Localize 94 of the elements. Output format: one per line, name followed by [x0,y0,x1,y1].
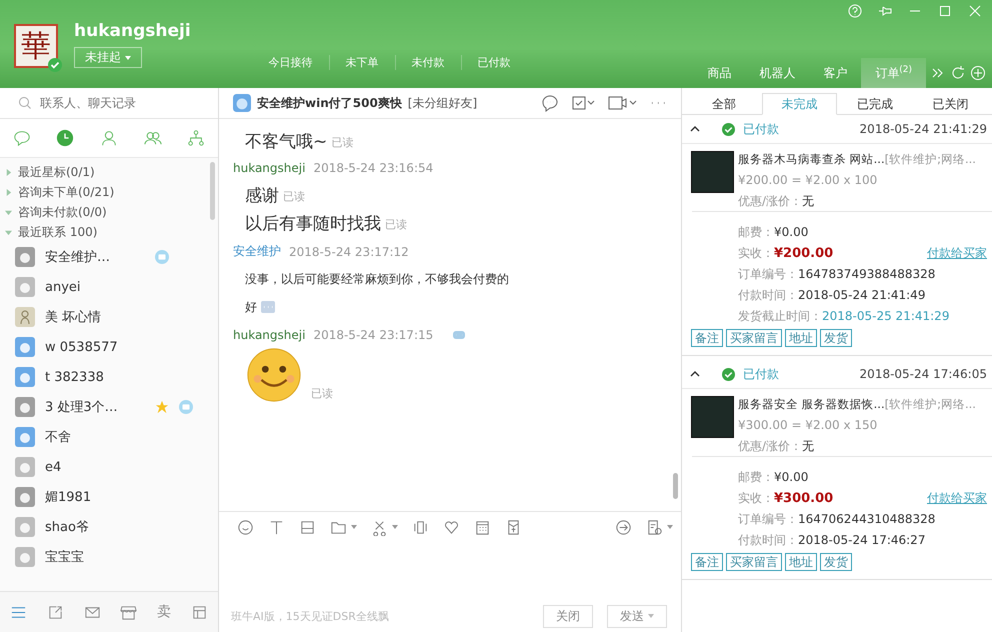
chat-title: 安全维护win付了500爽快 [257,94,402,112]
pay-buyer-link[interactable]: 付款给买家 [927,488,987,509]
order-filter-tab[interactable]: 未完成 [762,93,837,115]
message-text: 以后有事随时找我 [245,213,381,235]
message-text: 好 [245,299,257,316]
field-label: 优惠/涨价： [738,194,802,208]
nav-tab[interactable]: 机器人 [745,58,810,88]
field-value: 164706244310488328 [798,511,936,528]
field-label: 付款时间： [738,287,798,304]
order-action-button[interactable]: 备注 [691,553,723,571]
stat-label[interactable]: 已付款 [460,55,527,70]
order-filter-tab[interactable]: 已完成 [837,93,912,115]
field-label: 优惠/涨价： [738,439,802,453]
product-category: [软件维护;网络... [884,397,976,411]
contact-name[interactable]: 宝宝宝 [45,548,145,566]
field-label: 邮费： [738,224,774,241]
promo-note: 班牛AI版，15天见证DSR全线飘 [231,608,389,624]
field-value: ¥0.00 [774,224,808,241]
field-value: 无 [802,439,814,453]
read-receipt: 已读 [385,217,407,232]
group-label[interactable]: 咨询未付款(0/0) [18,204,107,220]
product-title[interactable]: 服务器木马病毒查杀 网站... [738,152,885,166]
message-text: 没事，以后可能要经常麻烦到你，不够我会付费的 [245,271,509,288]
contact-name[interactable]: t 382338 [45,370,145,384]
contact-name[interactable]: shao爷 [45,518,145,536]
status-dropdown[interactable]: 未挂起 [74,47,142,68]
field-label: 实收： [738,245,774,262]
field-label: 付款时间： [738,532,798,549]
sender-name: hukangsheji [233,161,306,175]
field-value: 2018-05-24 21:41:49 [798,287,926,304]
stat-label[interactable]: 今日接待 [252,55,329,70]
sender-name: hukangsheji [233,328,306,342]
order-filter-tab[interactable]: 已关闭 [912,93,988,115]
order-action-button[interactable]: 备注 [691,329,723,347]
order-action-button[interactable]: 发货 [820,329,852,347]
read-receipt: 已读 [331,135,354,150]
field-label: 实收： [738,490,774,507]
read-receipt: 已读 [283,189,305,204]
order-action-button[interactable]: 买家留言 [726,329,782,347]
order-time: 2018-05-24 21:41:29 [860,122,987,136]
field-value: ¥200.00 [774,245,834,263]
field-value: 无 [802,194,814,208]
message-time: 2018-5-24 23:17:12 [289,244,409,258]
contact-name[interactable]: anyei [45,280,145,294]
field-label: 订单编号： [738,511,798,528]
friend-group-label: [未分组好友] [408,94,478,112]
stat-label[interactable]: 未付款 [394,55,461,70]
product-category: [软件维护;网络... [884,152,976,166]
order-action-button[interactable]: 地址 [785,329,817,347]
contact-name[interactable]: w 0538577 [45,340,145,354]
nav-tab[interactable]: 订单$^{(2)}$ [861,58,926,88]
message-time: 2018-5-24 23:17:15 [313,328,434,342]
contact-name[interactable]: 不舍 [45,428,145,446]
order-status: 已付款 [743,120,779,138]
search-field[interactable]: 联系人、聊天记录 [0,88,218,119]
order-time: 2018-05-24 17:46:05 [860,367,987,381]
contact-name[interactable]: 媚1981 [45,488,145,506]
price-formula: ¥200.00 = ¥2.00 x 100 [738,172,878,189]
field-value: 2018-05-24 17:46:27 [798,532,926,549]
product-title[interactable]: 服务器安全 服务器数据恢... [738,397,885,411]
order-action-button[interactable]: 发货 [820,553,852,571]
field-value: 2018-05-25 21:41:29 [822,308,950,325]
contact-name[interactable]: 安全维护… [45,248,145,266]
message-text: 不客气哦~ [245,131,328,153]
group-label[interactable]: 最近星标(0/1) [18,164,95,180]
close-button[interactable]: 关闭 [543,604,594,628]
search-field[interactable]: 联系人、聊天记录 [40,94,190,112]
sender-name: 安全维护 [233,243,281,260]
nav-tab[interactable]: 客户 [809,58,862,88]
field-value: ¥0.00 [774,469,808,486]
stat-label[interactable]: 未下单 [328,55,395,70]
price-formula: ¥300.00 = ¥2.00 x 150 [738,417,878,434]
contact-name[interactable]: 3 处理3个… [45,398,145,416]
contact-name[interactable]: 美 坏心情 [45,308,145,326]
group-label[interactable]: 咨询未下单(0/21) [18,184,114,200]
pay-buyer-link[interactable]: 付款给买家 [927,243,987,264]
message-time: 2018-5-24 23:16:54 [313,161,434,175]
message-text: 感谢 [245,185,279,207]
order-action-button[interactable]: 地址 [785,553,817,571]
send-button[interactable]: 发送 [607,604,667,628]
read-receipt: 已读 [311,386,333,401]
sell-tab[interactable]: 卖 [157,603,172,621]
order-filter-tab[interactable]: 全部 [686,93,762,115]
order-status: 已付款 [743,366,779,382]
order-action-button[interactable]: 买家留言 [726,553,782,571]
nav-tab[interactable]: 商品 [693,58,746,88]
field-label: 订单编号： [738,266,798,283]
field-label: 邮费： [738,469,774,486]
contact-name[interactable]: e4 [45,460,145,474]
username: hukangsheji [74,21,191,41]
field-value: 164783749388488328 [798,266,936,283]
group-label[interactable]: 最近联系 100) [18,224,98,240]
field-label: 发货截止时间： [738,308,822,325]
field-value: ¥300.00 [774,490,834,508]
